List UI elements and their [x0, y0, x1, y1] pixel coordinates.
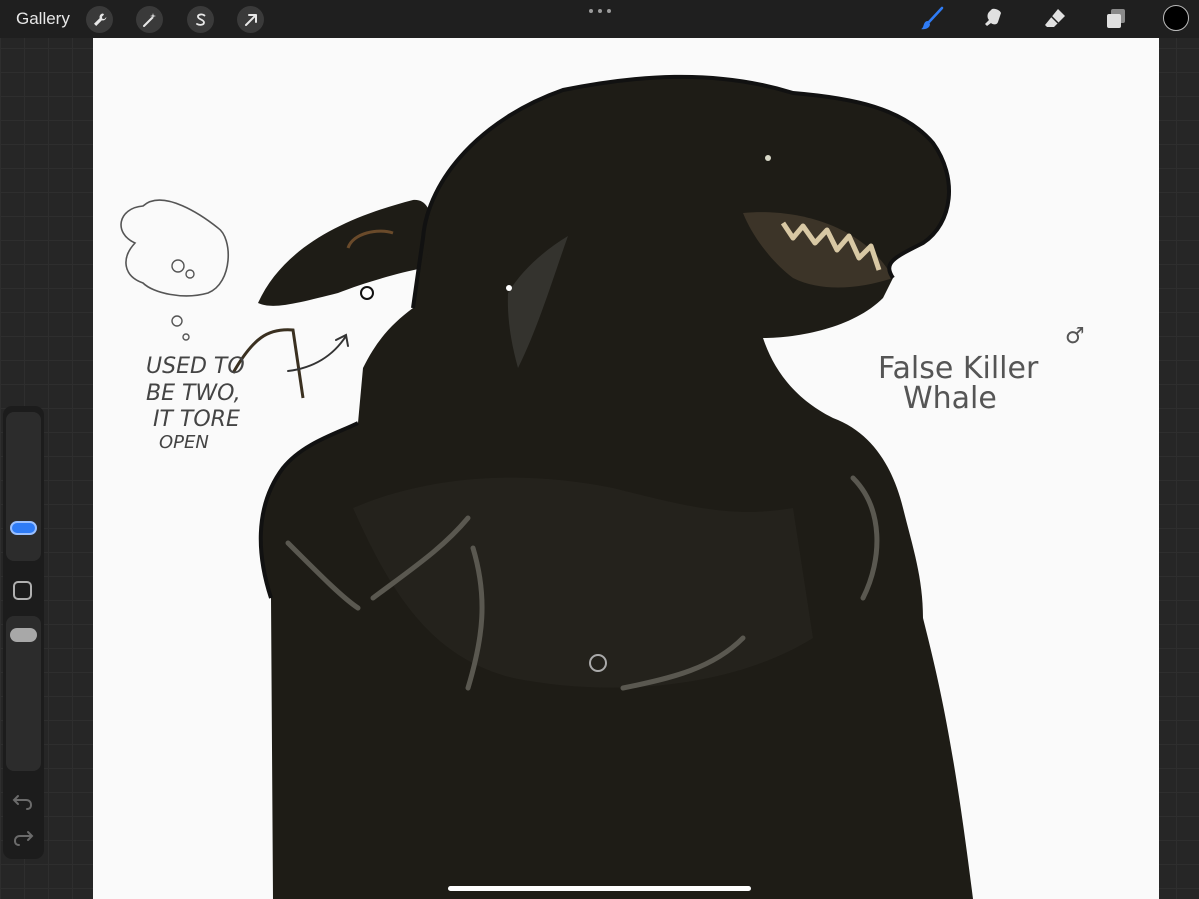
undo-button[interactable]	[12, 791, 34, 811]
dorsal-fin-shape	[258, 199, 432, 306]
smudge-tool-button[interactable]	[978, 5, 1008, 33]
redo-button[interactable]	[12, 827, 34, 847]
redo-icon	[13, 831, 34, 846]
brush-tool-button[interactable]	[917, 5, 947, 33]
note-right-line-2: Whale	[903, 381, 997, 416]
selection-icon	[195, 13, 205, 26]
blowhole-shape	[360, 286, 374, 300]
thought-bubble-shape	[120, 199, 229, 297]
layers-button[interactable]	[1101, 5, 1131, 33]
modify-button[interactable]	[13, 581, 32, 600]
top-toolbar: Gallery	[0, 0, 1199, 38]
brush-size-handle[interactable]	[10, 521, 37, 535]
gender-symbol: ♂	[1065, 324, 1085, 349]
gallery-button[interactable]: Gallery	[16, 9, 70, 29]
brush-icon	[921, 6, 944, 30]
drawing-canvas[interactable]: USED TO BE TWO, IT TORE OPEN False Kille…	[93, 38, 1159, 899]
selection-button[interactable]	[187, 6, 214, 33]
more-options-icon[interactable]	[589, 7, 611, 15]
note-left-line-4: OPEN	[159, 432, 209, 453]
wrench-icon	[93, 13, 106, 26]
smudge-icon	[985, 8, 1001, 26]
note-left-line-3: IT TORE	[153, 407, 240, 432]
note-left-line-1: USED TO	[146, 354, 245, 379]
transform-arrow-icon	[244, 13, 257, 26]
whale-body-shape	[260, 76, 973, 899]
home-indicator[interactable]	[448, 886, 751, 891]
opacity-handle[interactable]	[10, 628, 37, 642]
eraser-icon	[1045, 9, 1065, 27]
brush-size-slider[interactable]	[6, 412, 41, 561]
layers-icon	[1107, 9, 1125, 28]
adjustments-button[interactable]	[136, 6, 163, 33]
note-left-line-2: BE TWO,	[146, 381, 241, 406]
actions-button[interactable]	[86, 6, 113, 33]
artwork: USED TO BE TWO, IT TORE OPEN False Kille…	[120, 74, 1085, 899]
opacity-slider[interactable]	[6, 616, 41, 771]
transform-button[interactable]	[237, 6, 264, 33]
eraser-tool-button[interactable]	[1040, 5, 1070, 33]
brush-sidebar	[3, 406, 44, 859]
undo-icon	[12, 795, 33, 810]
color-swatch[interactable]	[1163, 5, 1189, 31]
magic-wand-icon	[142, 12, 156, 27]
